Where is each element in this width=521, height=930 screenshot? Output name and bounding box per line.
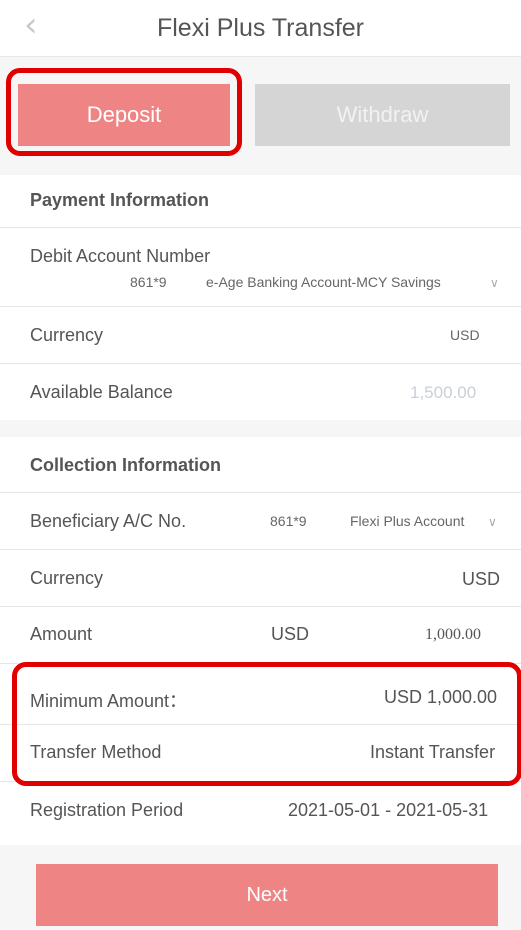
available-balance-label: Available Balance	[30, 382, 173, 402]
chevron-down-icon[interactable]: ∨	[490, 276, 499, 290]
registration-period-value: 2021-05-01 - 2021-05-31	[288, 800, 489, 820]
deposit-highlight-box	[6, 68, 242, 156]
chevron-down-icon[interactable]: ∨	[488, 515, 497, 529]
payment-currency-value: USD	[450, 327, 480, 343]
beneficiary-account-name: Flexi Plus Account	[350, 513, 465, 529]
amount-input[interactable]: 1,000.00	[425, 626, 481, 644]
page-title: Flexi Plus Transfer	[156, 14, 364, 42]
registration-period-row: Registration Period 2021-05-01 - 2021-05…	[0, 782, 521, 842]
debit-account-number: 861*9	[130, 274, 167, 290]
payment-information-section: Payment Information Debit Account Number…	[0, 175, 521, 420]
tab-withdraw[interactable]: Withdraw	[255, 84, 510, 146]
available-balance-value: 1,500.00	[410, 383, 477, 402]
debit-account-row[interactable]: Debit Account Number 861*9 e-Age Banking…	[0, 228, 521, 306]
registration-period-label: Registration Period	[30, 800, 184, 820]
amount-label: Amount	[30, 624, 93, 644]
payment-section-title: Payment Information	[30, 190, 210, 210]
collection-currency-value: USD	[462, 569, 501, 589]
debit-account-label: Debit Account Number	[30, 246, 211, 266]
beneficiary-account-label: Beneficiary A/C No.	[30, 511, 187, 531]
minimum-method-highlight-box	[12, 662, 521, 786]
amount-row[interactable]: Amount USD 1,000.00	[0, 607, 521, 663]
next-button[interactable]: Next	[36, 864, 498, 926]
collection-currency-row: Currency USD	[0, 550, 521, 606]
beneficiary-account-row[interactable]: Beneficiary A/C No. 861*9 Flexi Plus Acc…	[0, 493, 521, 549]
collection-section-title: Collection Information	[30, 455, 221, 475]
payment-currency-label: Currency	[30, 325, 104, 345]
collection-currency-label: Currency	[30, 568, 104, 588]
amount-currency: USD	[271, 624, 310, 644]
available-balance-row: Available Balance 1,500.00	[0, 364, 521, 420]
beneficiary-account-number: 861*9	[270, 513, 307, 529]
payment-currency-row: Currency USD	[0, 307, 521, 363]
debit-account-name: e-Age Banking Account-MCY Savings	[206, 274, 441, 290]
header-bar: ‹ Flexi Plus Transfer	[0, 0, 521, 57]
